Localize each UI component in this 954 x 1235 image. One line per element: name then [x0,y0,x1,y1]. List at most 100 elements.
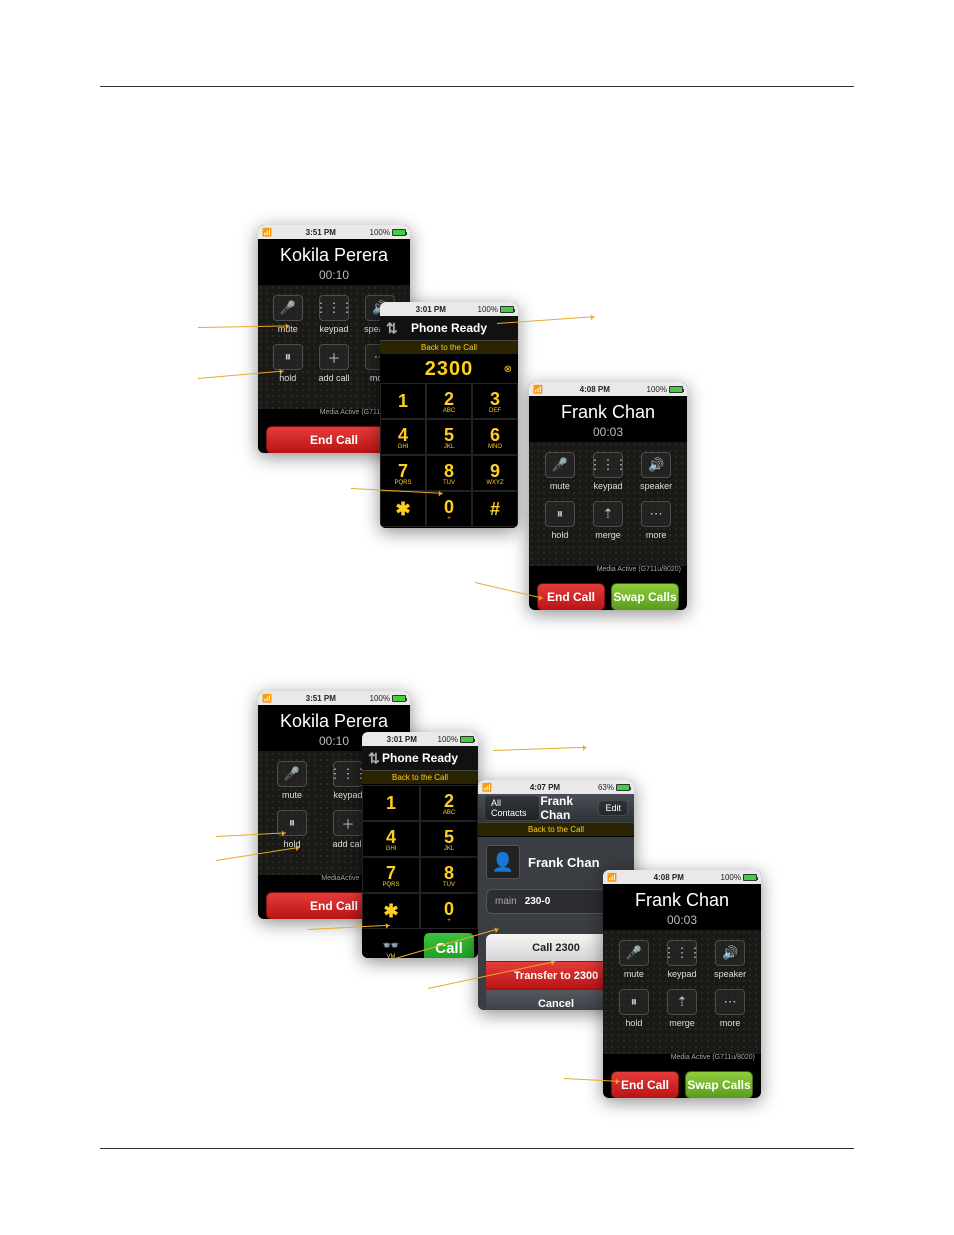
key-2[interactable]: 2ABC [420,785,478,821]
keypad-button[interactable]: ⋮⋮⋮keypad [584,452,632,491]
button-label: hold [625,1018,642,1028]
key-7[interactable]: 7PQRS [362,857,420,893]
key-8[interactable]: 8TUV [426,455,472,491]
dialed-number: 2300 [425,358,474,381]
delete-button[interactable]: ⌫ [472,527,518,528]
key-0[interactable]: 0+ [426,491,472,527]
call-controls: 🎤mute⋮⋮⋮keypad🔊speaker ⏸hold⇡merge⋯more [603,930,761,1054]
battery-icon [460,736,474,743]
key-7[interactable]: 7PQRS [380,455,426,491]
key-✱[interactable]: ✱ [380,491,426,527]
hold-button[interactable]: ⏸hold [610,989,658,1028]
button-label: hold [551,530,568,540]
contact-name: Frank Chan [528,855,600,870]
speaker-icon: 🔊 [715,940,745,966]
status-time: 4:07 PM [530,783,560,792]
battery-icon [669,386,683,393]
status-battery: 63% [598,783,614,792]
back-to-call-bar[interactable]: Back to the Call [362,770,478,785]
status-bar: 4:08 PM 100% [603,870,761,884]
key-4[interactable]: 4GHI [362,821,420,857]
key-1[interactable]: 1 [380,383,426,419]
screenshot-2b-dialer: 3:01 PM 100% ⇅ Phone Ready Back to the C… [362,732,478,958]
hold-icon: ⏸ [273,344,303,370]
key-0[interactable]: 0+ [420,893,478,929]
mute-icon: 🎤 [273,295,303,321]
battery-icon [392,229,406,236]
status-battery: 100% [478,305,498,314]
keypad: 12ABC3DEF 4GHI5JKL6MNO 7PQRS8TUV9WXYZ ✱0+# [380,383,518,527]
key-5[interactable]: 5JKL [426,419,472,455]
key-#[interactable]: # [472,491,518,527]
hold-button[interactable]: ⏸hold [264,810,320,849]
divider-top [100,86,854,87]
key-5[interactable]: 5JKL [420,821,478,857]
swap-calls-button[interactable]: Swap Calls [685,1071,753,1098]
mute-button[interactable]: 🎤mute [264,761,320,800]
mute-icon: 🎤 [619,940,649,966]
key-2[interactable]: 2ABC [426,383,472,419]
network-icon: ⇅ [368,750,380,767]
button-label: speaker [640,481,672,491]
status-bar: 3:51 PM 100% [258,225,410,239]
wifi-icon [607,873,617,882]
battery-icon [743,874,757,881]
add-call-button[interactable]: ＋add call [311,344,357,383]
more-button[interactable]: ⋯more [706,989,754,1028]
merge-button[interactable]: ⇡merge [658,989,706,1028]
speaker-button[interactable]: 🔊speaker [706,940,754,979]
battery-icon [392,695,406,702]
mute-button[interactable]: 🎤mute [610,940,658,979]
button-label: keypad [667,969,696,979]
hold-button[interactable]: ⏸hold [265,344,311,383]
button-label: mute [282,790,302,800]
button-label: more [646,530,667,540]
key-9[interactable]: 9WXYZ [472,455,518,491]
more-icon: ⋯ [641,501,671,527]
dialer-title-bar: ⇅ Phone Ready [362,746,478,770]
battery-icon [500,306,514,313]
caller-name: Kokila Perera [258,245,410,266]
dialer-title: Phone Ready [411,321,487,335]
hold-icon: ⏸ [545,501,575,527]
key-4[interactable]: 4GHI [380,419,426,455]
button-label: mute [550,481,570,491]
key-1[interactable]: 1 [362,785,420,821]
add-call-icon: ＋ [319,344,349,370]
avatar-icon: 👤 [486,845,520,879]
call-duration: 00:03 [529,425,687,439]
key-3[interactable]: 3DEF [472,383,518,419]
back-button[interactable]: All Contacts [484,795,540,821]
status-battery: 100% [721,873,741,882]
call-actions: End Call Swap Calls [603,1065,761,1098]
edit-button[interactable]: Edit [598,800,628,816]
dial-display: 2300 ⊗ [380,355,518,383]
key-8[interactable]: 8TUV [420,857,478,893]
status-bar: 3:01 PM 100% [380,302,518,316]
status-battery: 100% [370,228,390,237]
keypad-button[interactable]: ⋮⋮⋮keypad [311,295,357,334]
back-to-call-bar[interactable]: Back to the Call [478,822,634,837]
end-call-button[interactable]: End Call [537,583,605,610]
merge-button[interactable]: ⇡merge [584,501,632,540]
more-button[interactable]: ⋯ more [632,501,680,540]
speaker-button[interactable]: 🔊speaker [632,452,680,491]
mute-button[interactable]: 🎤mute [536,452,584,491]
keypad-button[interactable]: ⋮⋮⋮keypad [658,940,706,979]
status-battery: 100% [647,385,667,394]
call-actions: End Call Swap Calls [529,577,687,610]
key-6[interactable]: 6MNO [472,419,518,455]
hold-button[interactable]: ⏸ hold [536,501,584,540]
nav-bar: All Contacts Frank Chan Edit [478,794,634,822]
media-status: Media Active (G711u/8020) [603,1054,761,1065]
voicemail-button[interactable]: 👓VM [380,527,426,528]
nav-title: Frank Chan [540,794,598,822]
dialer-title: Phone Ready [382,751,458,765]
call-duration: 00:10 [258,268,410,282]
clear-icon[interactable]: ⊗ [504,364,512,375]
status-time: 3:51 PM [306,694,336,703]
media-status: Media Active (G711u/8020) [529,566,687,577]
wifi-icon [533,385,543,394]
swap-calls-button[interactable]: Swap Calls [611,583,679,610]
back-to-call-bar[interactable]: Back to the Call [380,340,518,355]
